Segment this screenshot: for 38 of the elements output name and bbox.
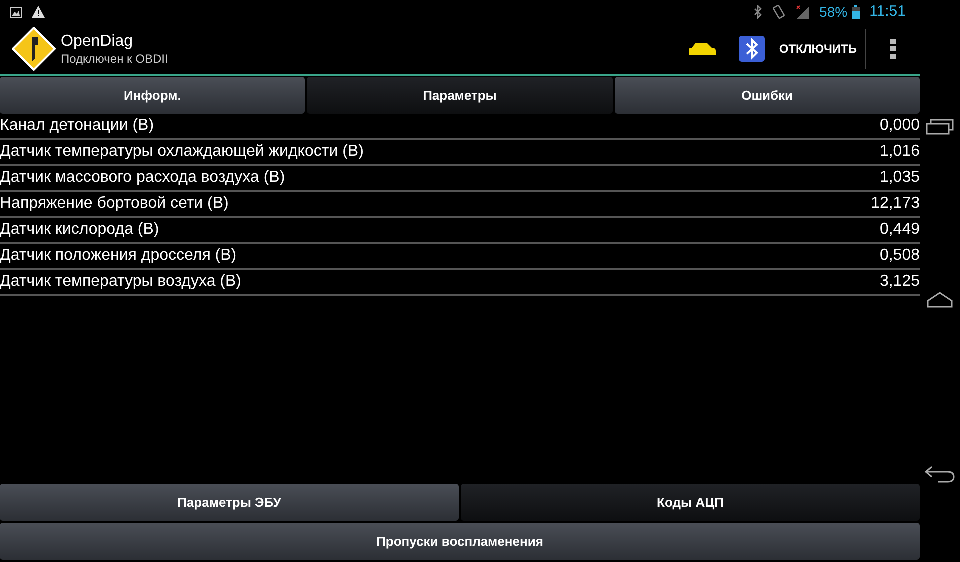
home-icon[interactable] (926, 292, 954, 308)
parameter-name: Датчик положения дросселя (В) (0, 248, 238, 264)
connection-status: Подключен к OBDII (61, 52, 168, 66)
parameter-value: 1,035 (880, 170, 920, 186)
signal-icon (796, 5, 810, 19)
parameter-name: Напряжение бортовой сети (В) (0, 196, 230, 212)
tab[interactable]: Ошибки (614, 77, 920, 114)
parameter-value: 0,000 (880, 118, 920, 134)
rotation-icon (772, 5, 786, 19)
parameter-name: Датчик массового расхода воздуха (В) (0, 170, 286, 186)
parameter-name: Датчик температуры охлаждающей жидкости (В) (0, 144, 365, 160)
battery-icon (852, 5, 860, 19)
parameter-name: Датчик температуры воздуха (В) (0, 274, 243, 290)
tab[interactable]: Параметры ЭБУ (0, 484, 459, 521)
tab[interactable]: Информ. (0, 77, 306, 114)
overflow-menu-icon[interactable] (890, 39, 896, 59)
parameter-value: 0,508 (880, 248, 920, 264)
parameter-name: Канал детонации (В) (0, 118, 156, 134)
tab[interactable]: Коды АЦП (461, 484, 920, 521)
parameter-value: 1,016 (880, 144, 920, 160)
parameter-name: Датчик кислорода (В) (0, 222, 160, 238)
parameter-value: 12,173 (871, 196, 920, 212)
bluetooth-icon[interactable] (739, 36, 766, 62)
image-icon (10, 6, 22, 18)
app-logo-icon (12, 27, 56, 71)
bluetooth-icon (754, 5, 762, 19)
app-title: OpenDiag (61, 32, 134, 52)
misfire-button[interactable]: Пропуски воспламенения (0, 523, 920, 560)
battery-percent: 58% (820, 2, 848, 22)
warning-icon (32, 6, 45, 18)
parameter-value: 3,125 (880, 274, 920, 290)
back-icon[interactable] (924, 465, 956, 484)
disconnect-button[interactable]: ОТКЛЮЧИТЬ (779, 29, 866, 69)
tab[interactable]: Параметры (307, 77, 613, 114)
recent-apps-icon[interactable] (926, 118, 954, 135)
clock: 11:51 (870, 2, 906, 22)
car-icon[interactable] (687, 42, 718, 56)
parameter-value: 0,449 (880, 222, 920, 238)
